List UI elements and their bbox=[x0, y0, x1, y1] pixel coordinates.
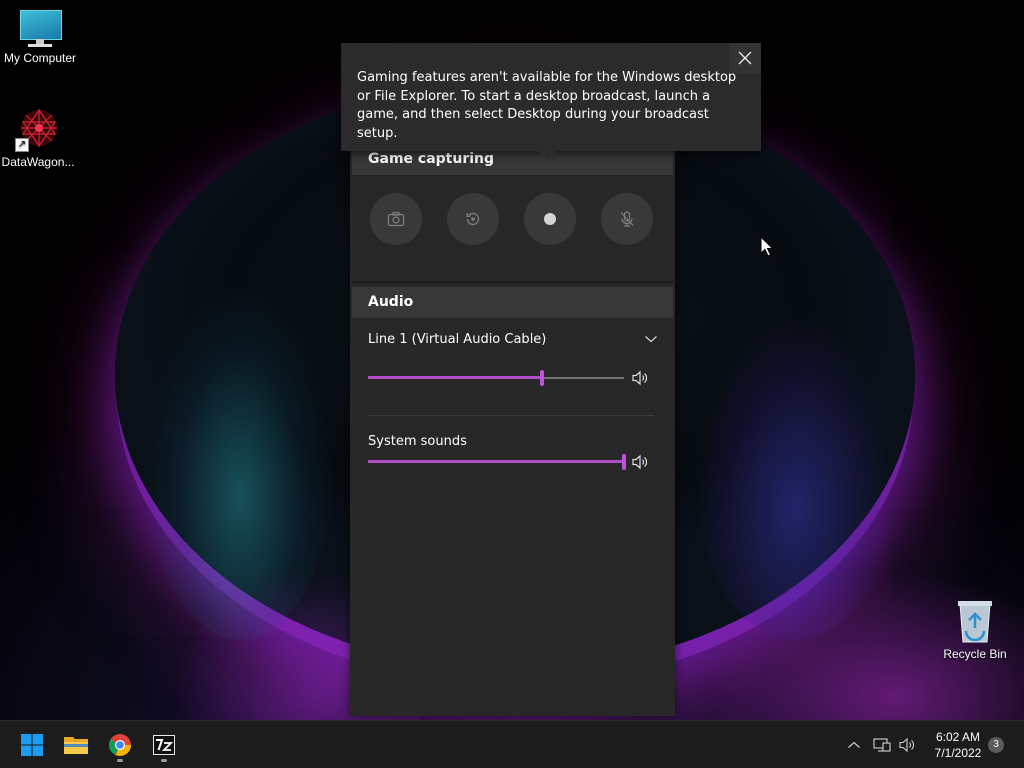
section-divider bbox=[352, 281, 673, 283]
chevron-up-icon bbox=[848, 741, 860, 748]
speaker-volume-icon[interactable] bbox=[631, 370, 649, 386]
running-indicator bbox=[117, 759, 123, 762]
mouse-cursor-icon bbox=[760, 236, 774, 257]
desktop-icon-my-computer[interactable]: My Computer bbox=[0, 10, 80, 65]
desktop-icon-recycle-bin[interactable]: Recycle Bin bbox=[935, 598, 1015, 661]
file-explorer-icon bbox=[64, 737, 88, 754]
capture-buttons-row bbox=[370, 193, 654, 247]
capture-panel: Game capturing Audio Line 1 (Virtual Aud… bbox=[350, 144, 675, 716]
system-sounds-volume-fill bbox=[368, 460, 624, 463]
close-icon bbox=[738, 51, 752, 65]
notification-close-button[interactable] bbox=[729, 43, 761, 73]
desktop-icon-datawagon[interactable]: ↗ DataWagon... bbox=[0, 106, 78, 169]
mixer-separator bbox=[368, 415, 654, 416]
record-last-30s-button[interactable] bbox=[447, 193, 499, 245]
device-volume-fill bbox=[368, 376, 543, 379]
notification-pointer bbox=[538, 151, 556, 160]
notification-count-badge[interactable]: 3 bbox=[988, 737, 1004, 753]
start-button[interactable] bbox=[14, 727, 50, 763]
7zip-icon bbox=[153, 735, 175, 755]
volume-tray-button[interactable] bbox=[897, 735, 917, 755]
device-volume-slider[interactable] bbox=[368, 368, 624, 388]
taskbar-7zip[interactable] bbox=[146, 727, 182, 763]
clock-date: 7/1/2022 bbox=[934, 746, 982, 760]
notification-message: Gaming features aren't available for the… bbox=[357, 70, 737, 141]
show-hidden-icons-button[interactable] bbox=[844, 735, 864, 755]
device-volume-thumb[interactable] bbox=[540, 370, 545, 386]
desktop-icon-label: Recycle Bin bbox=[943, 647, 1007, 661]
speaker-volume-icon[interactable] bbox=[631, 454, 649, 470]
running-indicator bbox=[161, 759, 167, 762]
monitor-icon bbox=[18, 10, 62, 48]
record-icon bbox=[544, 213, 556, 225]
chevron-down-icon bbox=[645, 336, 657, 343]
system-sounds-volume-slider[interactable] bbox=[368, 452, 626, 472]
windows-start-icon bbox=[21, 734, 43, 756]
audio-header: Audio bbox=[352, 287, 673, 318]
system-sounds-volume-thumb[interactable] bbox=[622, 454, 626, 470]
taskbar-file-explorer[interactable] bbox=[58, 727, 94, 763]
shortcut-arrow-icon: ↗ bbox=[15, 138, 29, 152]
desktop-icon-label: My Computer bbox=[3, 51, 77, 65]
datawagon-icon: ↗ bbox=[15, 106, 61, 152]
recycle-bin-icon bbox=[955, 598, 995, 644]
taskbar-clock[interactable]: 6:02 AM 7/1/2022 bbox=[922, 729, 994, 761]
clock-time: 6:02 AM bbox=[935, 730, 981, 744]
gaming-features-notification: Gaming features aren't available for the… bbox=[341, 43, 761, 160]
system-sounds-label: System sounds bbox=[368, 434, 467, 449]
speaker-icon bbox=[899, 737, 914, 753]
microphone-toggle-button[interactable] bbox=[601, 193, 653, 245]
screenshot-button[interactable] bbox=[370, 193, 422, 245]
camera-icon bbox=[387, 211, 405, 227]
desktop-icon-label: DataWagon... bbox=[1, 155, 75, 169]
taskbar-chrome[interactable] bbox=[102, 727, 138, 763]
network-icon bbox=[873, 738, 891, 752]
audio-device-dropdown[interactable]: Line 1 (Virtual Audio Cable) bbox=[368, 324, 658, 354]
record-last-icon bbox=[466, 212, 480, 226]
mic-off-icon bbox=[620, 211, 634, 227]
start-recording-button[interactable] bbox=[524, 193, 576, 245]
network-tray-button[interactable] bbox=[872, 735, 892, 755]
chrome-icon bbox=[109, 734, 131, 756]
taskbar: 6:02 AM 7/1/2022 3 bbox=[0, 720, 1024, 768]
audio-device-label: Line 1 (Virtual Audio Cable) bbox=[368, 331, 547, 347]
